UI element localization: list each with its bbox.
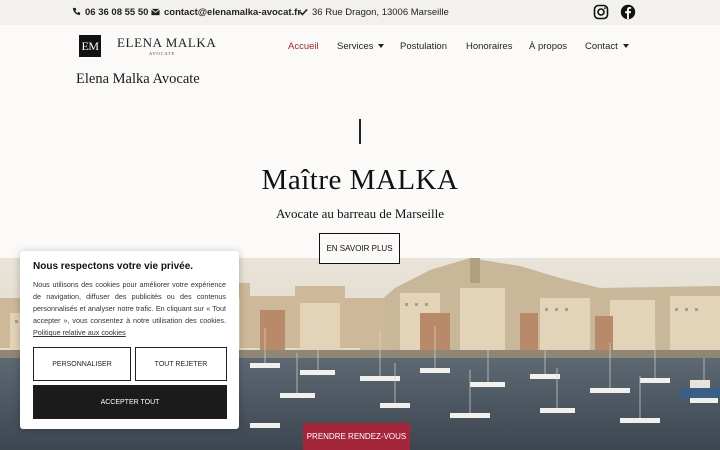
phone-number[interactable]: 06 36 08 55 50 [85,7,148,18]
accept-all-cookies-button[interactable]: ACCEPTER TOUT [33,385,227,419]
cookie-description: Nous utilisons des cookies pour améliore… [33,280,226,325]
nav-item-accueil[interactable]: Accueil [288,39,319,53]
book-appointment-button[interactable]: PRENDRE RENDEZ-VOUS [303,423,410,450]
nav-item-label: Contact [585,40,618,52]
cookie-consent-dialog: Nous respectons votre vie privée. Nous u… [20,251,239,429]
hero-divider-line [359,119,361,144]
address-contact: 36 Rue Dragon, 13006 Marseille [298,0,449,25]
nav-item-label: Postulation [400,40,448,52]
nav-item-services[interactable]: Services [337,39,385,53]
facebook-icon[interactable] [620,4,636,20]
check-icon [298,8,308,18]
nav-item-contact[interactable]: Contact [585,39,629,53]
address-text: 36 Rue Dragon, 13006 Marseille [312,7,449,18]
cookie-dialog-text: Nous utilisons des cookies pour améliore… [33,279,226,339]
nav-item-label: Honoraires [466,40,513,52]
phone-contact[interactable]: 06 36 08 55 50 [71,0,148,25]
learn-more-button[interactable]: EN SAVOIR PLUS [319,233,400,264]
logo-name[interactable]: ELENA MALKA [117,35,216,51]
hero-subtitle: Avocate au barreau de Marseille [276,206,444,221]
hero-title: Maître MALKA [261,164,459,196]
reject-all-cookies-button[interactable]: TOUT REJETER [135,347,227,381]
top-bar: 06 36 08 55 50 contact@elenamalka-avocat… [0,0,720,25]
customize-cookies-button[interactable]: PERSONNALISER [33,347,131,381]
email-contact[interactable]: contact@elenamalka-avocat.fr [150,0,301,25]
nav-item-honoraires[interactable]: Honoraires [466,39,512,53]
nav-item-label: Accueil [288,40,319,52]
cookie-policy-link[interactable]: Politique relative aux cookies [33,328,126,337]
phone-icon [71,7,81,18]
envelope-icon [150,8,160,18]
nav-item-label: À propos [529,40,568,52]
logo-mark[interactable]: EM [79,35,101,57]
email-address[interactable]: contact@elenamalka-avocat.fr [164,7,301,18]
caret-down-icon [622,44,629,48]
logo-subtitle: AVOCATE [149,51,176,56]
instagram-icon[interactable] [593,4,609,20]
nav-item-label: Services [337,40,374,52]
nav-item-a-propos[interactable]: À propos [529,39,567,53]
nav-item-postulation[interactable]: Postulation [400,39,447,53]
caret-down-icon [378,44,385,48]
site-title[interactable]: Elena Malka Avocate [76,71,200,88]
cookie-dialog-title: Nous respectons votre vie privée. [33,261,194,272]
